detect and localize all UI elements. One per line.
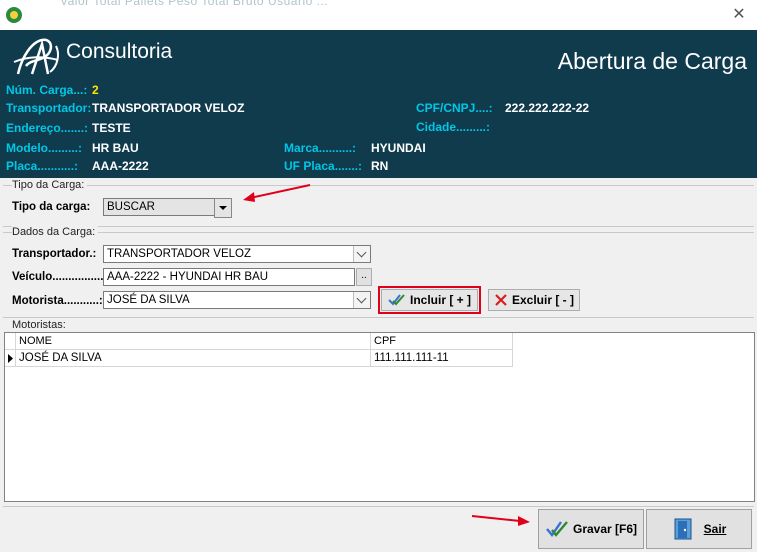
red-x-icon <box>495 294 507 306</box>
chevron-down-icon[interactable] <box>353 292 370 308</box>
tipo-carga-select[interactable]: BUSCAR <box>103 198 232 218</box>
bleed-text: Valor Total Pallets Peso Total Bruto Usu… <box>60 0 329 8</box>
tipo-carga-group-title: Tipo da Carga: <box>12 179 88 191</box>
num-carga-label: Núm. Carga...: <box>6 83 88 97</box>
table-row-nome[interactable]: JOSÉ DA SILVA <box>16 350 371 367</box>
transportador-select[interactable]: TRANSPORTADOR VELOZ <box>103 245 371 263</box>
annotation-arrow-icon <box>471 515 530 526</box>
grid-header-cpf[interactable]: CPF <box>371 333 513 350</box>
close-icon[interactable]: ✕ <box>729 5 749 25</box>
placa-label: Placa...........: <box>6 159 79 173</box>
table-row-cpf[interactable]: 111.111.111-11 <box>371 350 513 367</box>
double-check-icon <box>546 521 568 537</box>
tipo-carga-select-value: BUSCAR <box>107 201 155 213</box>
cpf-label: CPF/CNPJ....: <box>416 101 493 115</box>
sair-button[interactable]: Sair <box>646 509 752 549</box>
motoristas-grid[interactable]: NOME CPF JOSÉ DA SILVA 111.111.111-11 <box>4 332 755 502</box>
num-carga-value: 2 <box>92 83 99 97</box>
modelo-label: Modelo.........: <box>6 141 82 155</box>
window-titlebar: Valor Total Pallets Peso Total Bruto Usu… <box>0 0 757 30</box>
tipo-carga-label: Tipo da carga: <box>12 201 91 213</box>
motorista-field-label: Motorista...........: <box>12 295 103 307</box>
gravar-button-label: Gravar [F6] <box>572 522 638 536</box>
page-title: Abertura de Carga <box>557 48 747 74</box>
grid-corner <box>5 333 16 350</box>
transportador-field-label: Transportador.: <box>12 248 97 260</box>
excluir-button[interactable]: Excluir [ - ] <box>488 289 580 311</box>
motorista-select-value: JOSÉ DA SILVA <box>107 294 190 306</box>
marca-label: Marca..........: <box>284 141 357 155</box>
transportador-value: TRANSPORTADOR VELOZ <box>92 101 245 115</box>
motoristas-title: Motoristas: <box>12 319 69 331</box>
veiculo-input[interactable]: AAA-2222 - HYUNDAI HR BAU <box>103 268 355 286</box>
endereco-label: Endereço.......: <box>6 121 89 135</box>
grid-header-nome[interactable]: NOME <box>16 333 371 350</box>
annotation-arrow-icon <box>243 184 311 202</box>
incluir-button[interactable]: Incluir [ + ] <box>381 289 478 311</box>
transportador-select-value: TRANSPORTADOR VELOZ <box>107 248 251 260</box>
veiculo-field-label: Veículo.................: <box>12 271 111 283</box>
motorista-select[interactable]: JOSÉ DA SILVA <box>103 291 371 309</box>
logo-text: Consultoria <box>66 40 173 63</box>
exit-door-icon <box>674 518 692 540</box>
incluir-button-label: Incluir [ + ] <box>409 293 471 307</box>
row-indicator-icon <box>5 350 16 367</box>
dropdown-arrow-icon[interactable] <box>214 198 232 218</box>
dados-carga-group-title: Dados da Carga: <box>12 226 99 238</box>
veiculo-lookup-button[interactable]: .. <box>356 268 372 286</box>
uf-placa-label: UF Placa.......: <box>284 159 363 173</box>
marca-value: HYUNDAI <box>371 141 426 155</box>
footer-divider <box>3 506 754 507</box>
modelo-value: HR BAU <box>92 141 139 155</box>
placa-value: AAA-2222 <box>92 159 149 173</box>
gravar-button[interactable]: Gravar [F6] <box>538 509 644 549</box>
app-icon <box>6 7 22 23</box>
cidade-label: Cidade.........: <box>416 120 491 134</box>
chevron-down-icon[interactable] <box>353 246 370 262</box>
uf-placa-value: RN <box>371 159 389 173</box>
endereco-value: TESTE <box>92 121 131 135</box>
header-panel: Consultoria Abertura de Carga Núm. Carga… <box>0 30 757 178</box>
logo-icon <box>13 38 59 75</box>
transportador-label: Transportador: <box>6 101 92 115</box>
sair-button-label: Sair <box>703 522 727 536</box>
cpf-value: 222.222.222-22 <box>505 101 590 115</box>
double-check-icon <box>388 294 405 306</box>
excluir-button-label: Excluir [ - ] <box>511 293 574 307</box>
